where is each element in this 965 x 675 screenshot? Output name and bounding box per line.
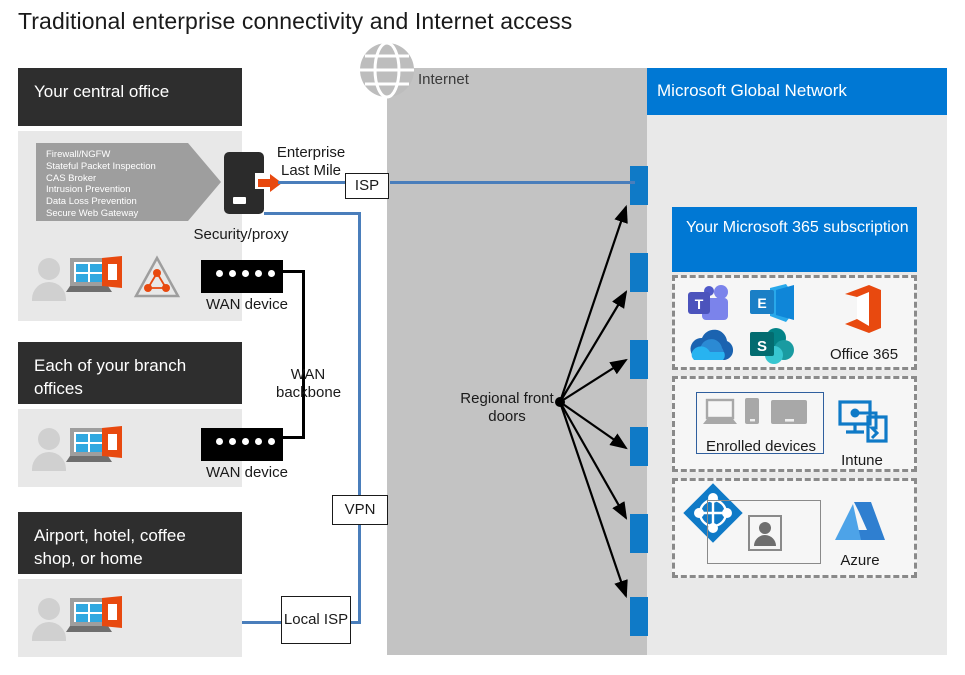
line-wan-bottom (283, 436, 305, 439)
wan-backbone-label: WAN backbone (276, 366, 342, 401)
user-account-icon (748, 515, 782, 551)
section-header-remote: Airport, hotel, coffee shop, or home (18, 512, 242, 574)
laptop-office-icon-1 (66, 256, 122, 292)
callout-item-2: CAS Broker (46, 172, 97, 184)
line-vertical-vpn (358, 212, 361, 624)
svg-text:T: T (695, 296, 704, 312)
intune-icon (838, 400, 888, 443)
security-stack-callout: Firewall/NGFW Stateful Packet Inspection… (36, 143, 221, 221)
m365-subscription-title: Your Microsoft 365 subscription (686, 219, 909, 236)
person-laptop-office-icon-2 (32, 428, 66, 472)
azure-label: Azure (840, 552, 880, 569)
regional-front-doors-label: Regional front doors (460, 390, 554, 425)
laptop-office-icon-3 (66, 596, 122, 632)
vpn-box: VPN (332, 495, 388, 525)
security-proxy-led (233, 197, 246, 204)
line-isp-to-frontdoor (390, 181, 635, 184)
wan-device-2 (201, 428, 283, 461)
enrolled-device-icons (703, 398, 807, 424)
wan-device-1 (201, 260, 283, 293)
section-header-branch-offices: Each of your branch offices (18, 342, 242, 404)
isp-box: ISP (345, 173, 389, 199)
laptop-office-icon-2 (66, 426, 122, 462)
svg-text:S: S (757, 338, 767, 355)
local-isp-box: Local ISP (281, 596, 351, 644)
azure-logo-icon (835, 502, 885, 540)
person-laptop-office-icon-1 (32, 258, 66, 302)
office-logo-icon (845, 285, 881, 333)
warning-network-icon (133, 255, 181, 298)
onedrive-icon (690, 329, 734, 360)
sharepoint-icon: S (750, 328, 794, 364)
wan-device-label-2: WAN device (206, 464, 288, 481)
person-laptop-office-icon-3 (32, 598, 66, 642)
enterprise-last-mile-label: Enterprise Last Mile (276, 144, 346, 179)
line-wan-backbone (302, 270, 305, 438)
teams-icon: T (688, 285, 728, 320)
section-header-central-office: Your central office (18, 68, 242, 126)
m365-subscription-header: Your Microsoft 365 subscription (672, 207, 917, 272)
office365-label: Office 365 (829, 346, 899, 363)
line-last-mile (278, 181, 346, 184)
exchange-icon: E (750, 284, 794, 322)
intune-label: Intune (841, 452, 883, 469)
callout-item-1: Stateful Packet Inspection (46, 160, 156, 172)
wan-device-label-1: WAN device (206, 296, 288, 313)
svg-text:E: E (757, 295, 766, 311)
enrolled-devices-label: Enrolled devices (705, 438, 817, 455)
callout-item-3: Intrusion Prevention (46, 184, 131, 196)
callout-item-4: Data Loss Prevention (46, 196, 137, 208)
line-proxy-bottom (264, 212, 361, 215)
security-proxy-label: Security/proxy (193, 226, 289, 243)
